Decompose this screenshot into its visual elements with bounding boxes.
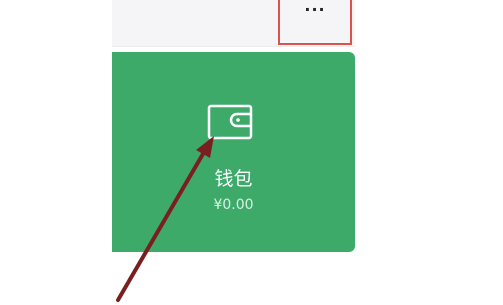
wallet-card[interactable]: 钱包 ¥0.00 [112, 52, 355, 252]
wallet-label: 钱包 [214, 168, 253, 190]
more-button[interactable]: ··· [278, 0, 352, 45]
wallet-balance: ¥0.00 [213, 197, 254, 213]
wallet-icon [207, 104, 253, 140]
more-icon: ··· [304, 0, 326, 19]
screenshot-stage: ··· 钱包 ¥0.00 [0, 0, 503, 305]
